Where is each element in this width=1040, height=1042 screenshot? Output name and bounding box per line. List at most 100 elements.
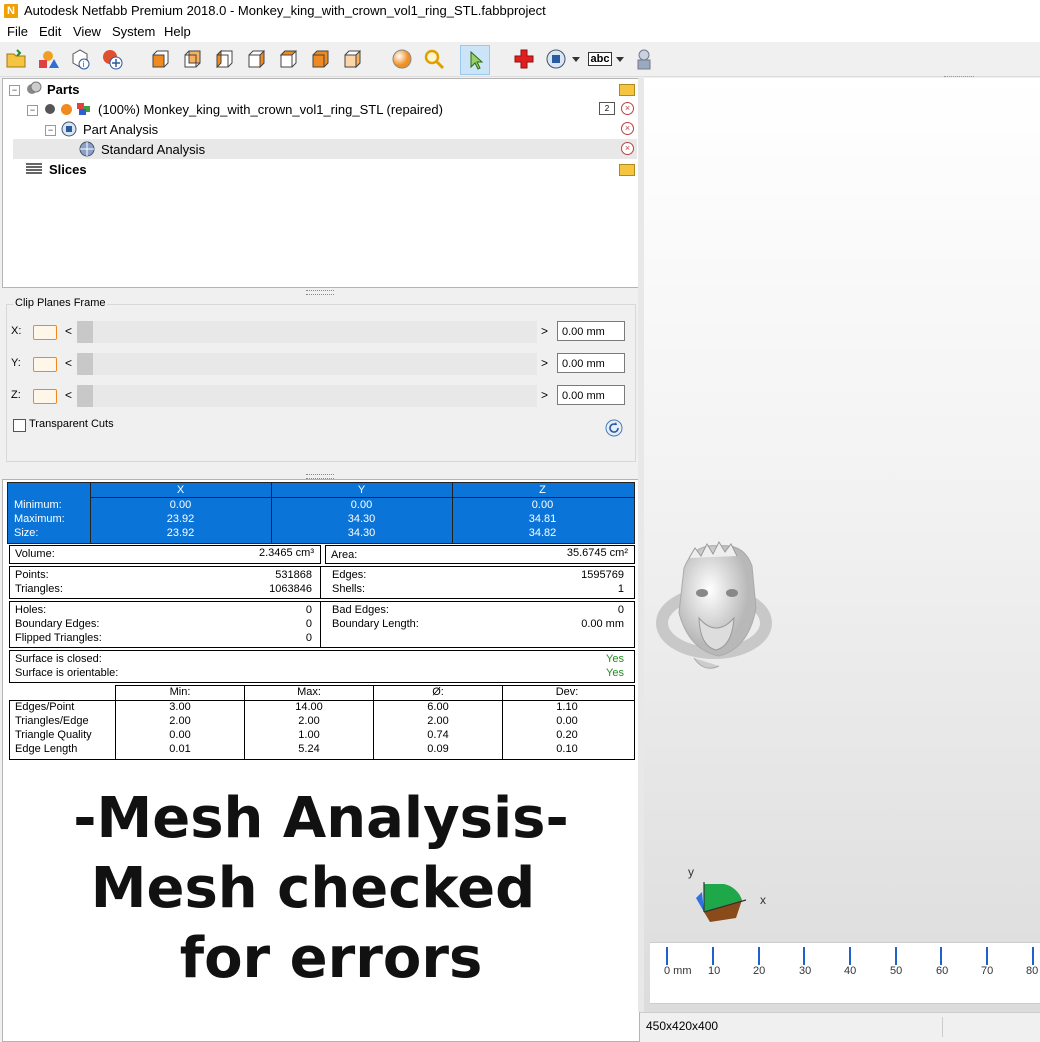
slider-thumb[interactable] — [77, 321, 93, 343]
bad-edges-value: 0 — [617, 604, 624, 616]
chevron-down-icon[interactable] — [614, 47, 626, 71]
open-folder-icon[interactable] — [4, 47, 28, 71]
clip-planes-title: Clip Planes Frame — [13, 297, 108, 309]
slider-left-arrow[interactable]: < — [65, 324, 72, 338]
axis-y-label: y — [688, 865, 694, 879]
clip-value-input[interactable]: 0.00 mm — [557, 385, 625, 405]
measure-dropdown-icon[interactable] — [544, 47, 568, 71]
quality-cell: 1.10 — [556, 701, 578, 713]
refresh-icon[interactable] — [605, 419, 623, 437]
sphere-render-icon[interactable] — [390, 47, 414, 71]
clip-slider[interactable] — [77, 321, 537, 343]
red-cross-icon[interactable] — [512, 47, 536, 71]
tree-item-slices[interactable]: Slices — [25, 160, 87, 178]
collapse-analysis-icon[interactable]: − — [45, 125, 56, 136]
bbox-row-label: Minimum: — [14, 499, 62, 511]
axis-triad-icon: y x — [688, 865, 766, 922]
tree-item-parts[interactable]: Parts — [25, 80, 80, 98]
slider-left-arrow[interactable]: < — [65, 388, 72, 402]
shapes-icon[interactable] — [36, 47, 60, 71]
3d-viewport[interactable]: y x — [644, 76, 1040, 1012]
quality-cell: 3.00 — [169, 701, 191, 713]
remove-standard-analysis-icon[interactable]: × — [621, 142, 634, 155]
open-folder-icon[interactable] — [619, 84, 635, 96]
visibility-dot-icon[interactable] — [45, 104, 55, 114]
tree-item-standard-analysis[interactable]: Standard Analysis — [79, 140, 205, 158]
ruler-label: 10 — [708, 965, 721, 977]
tree-item-part[interactable]: (100%) Monkey_king_with_crown_vol1_ring_… — [45, 100, 443, 118]
clip-axis-label: Z: — [11, 389, 21, 401]
view-top-icon[interactable] — [276, 47, 300, 71]
view-front-icon[interactable] — [148, 47, 172, 71]
slider-right-arrow[interactable]: > — [541, 388, 548, 402]
eye-icon[interactable] — [61, 103, 72, 115]
settings-person-icon[interactable] — [632, 47, 656, 71]
project-tree: − Parts − (100%) Monkey_king_with_crown_… — [2, 78, 640, 288]
collapse-parts-icon[interactable]: − — [9, 85, 20, 96]
select-pointer-icon[interactable] — [460, 45, 490, 75]
label-abc-icon[interactable]: abc — [586, 47, 614, 71]
collapse-part-icon[interactable]: − — [27, 105, 38, 116]
bbox-cell: 0.00 — [169, 499, 192, 511]
clip-toggle[interactable] — [33, 325, 57, 340]
clip-toggle[interactable] — [33, 357, 57, 372]
cube-info-icon[interactable]: i — [68, 47, 92, 71]
clip-value-input[interactable]: 0.00 mm — [557, 353, 625, 373]
tree-label-part: (100%) Monkey_king_with_crown_vol1_ring_… — [98, 101, 443, 117]
bbox-cell: 23.92 — [166, 527, 195, 539]
mesh-color-icon — [77, 103, 90, 115]
label-abc-text: abc — [587, 52, 613, 66]
topology-box: Points: 531868 Triangles: 1063846 Edges:… — [9, 566, 635, 599]
remove-part-icon[interactable]: × — [621, 102, 634, 115]
clip-toggle[interactable] — [33, 389, 57, 404]
ruler-label: 60 — [936, 965, 949, 977]
menu-system[interactable]: System — [112, 24, 155, 39]
holes-label: Holes: — [15, 604, 47, 616]
title-bar: N Autodesk Netfabb Premium 2018.0 - Monk… — [0, 0, 1040, 22]
splitter-grip[interactable] — [306, 290, 334, 295]
menu-file[interactable]: File — [7, 24, 28, 39]
flipped-triangles-label: Flipped Triangles: — [15, 632, 102, 644]
view-bottom-icon[interactable] — [308, 47, 332, 71]
tree-item-part-analysis[interactable]: Part Analysis — [61, 120, 158, 138]
quality-row-label: Triangle Quality — [15, 729, 92, 741]
quality-row-label: Edge Length — [15, 743, 78, 755]
slider-thumb[interactable] — [77, 353, 93, 375]
menu-help[interactable]: Help — [164, 24, 191, 39]
view-left-icon[interactable] — [212, 47, 236, 71]
splitter-grip[interactable] — [944, 76, 974, 80]
bbox-cell: 0.00 — [531, 499, 554, 511]
tree-label-standard-analysis: Standard Analysis — [101, 141, 206, 157]
axis-x-label: x — [760, 893, 766, 907]
ruler-tick — [803, 947, 805, 965]
slider-thumb[interactable] — [77, 385, 93, 407]
clip-row-z: Z: < > 0.00 mm — [11, 385, 631, 409]
clip-slider[interactable] — [77, 353, 537, 375]
clip-slider[interactable] — [77, 385, 537, 407]
area-value: 35.6745 cm² — [566, 547, 628, 559]
menu-edit[interactable]: Edit — [39, 24, 61, 39]
slider-left-arrow[interactable]: < — [65, 356, 72, 370]
points-value: 531868 — [275, 569, 312, 581]
bbox-cell: 34.82 — [528, 527, 557, 539]
netfabb-logo-icon: N — [4, 4, 18, 18]
transparent-cuts-checkbox[interactable] — [13, 419, 26, 432]
zoom-icon[interactable] — [422, 47, 446, 71]
slider-right-arrow[interactable]: > — [541, 356, 548, 370]
surface-closed-label: Surface is closed: — [15, 653, 102, 665]
view-back-icon[interactable] — [180, 47, 204, 71]
bbox-cell: 23.92 — [166, 513, 195, 525]
open-folder-icon[interactable] — [619, 164, 635, 176]
view-iso-icon[interactable] — [340, 47, 364, 71]
view-right-icon[interactable] — [244, 47, 268, 71]
edges-value: 1595769 — [581, 569, 624, 581]
chevron-down-icon[interactable] — [570, 47, 582, 71]
quality-cell: 0.09 — [427, 743, 449, 755]
menu-view[interactable]: View — [73, 24, 101, 39]
add-part-icon[interactable] — [100, 47, 124, 71]
slider-right-arrow[interactable]: > — [541, 324, 548, 338]
overlay-line-2: Mesh checked — [90, 856, 536, 921]
clip-value-input[interactable]: 0.00 mm — [557, 321, 625, 341]
transparent-cuts-label: Transparent Cuts — [29, 418, 114, 430]
remove-analysis-icon[interactable]: × — [621, 122, 634, 135]
